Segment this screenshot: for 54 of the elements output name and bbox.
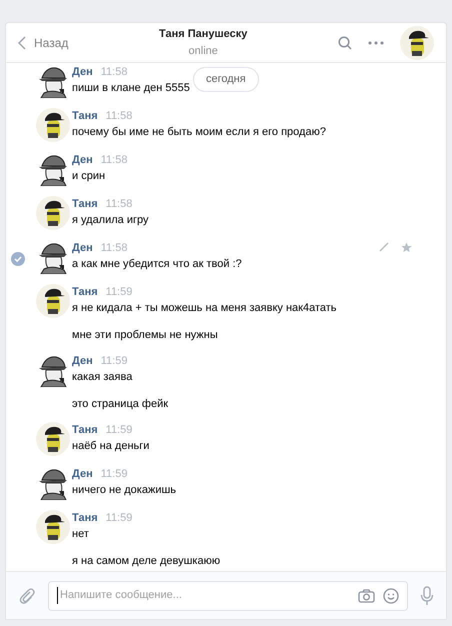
sender-name[interactable]: Ден xyxy=(72,152,93,168)
star-icon[interactable] xyxy=(401,242,412,253)
message-time: 11:59 xyxy=(106,423,132,438)
back-button[interactable]: Назад xyxy=(18,34,68,52)
message-time: 11:58 xyxy=(100,241,128,256)
pencil-icon[interactable] xyxy=(379,242,389,252)
message-text: я удалила игру xyxy=(72,213,148,228)
message-text: я на самом деле девушкаюю xyxy=(72,554,220,569)
sender-name[interactable]: Таня xyxy=(72,196,98,212)
sender-name[interactable]: Ден xyxy=(72,64,93,80)
camera-icon[interactable] xyxy=(358,588,375,602)
more-icon[interactable] xyxy=(368,40,384,44)
message-time: 11:59 xyxy=(100,354,128,369)
message-text: мне эти проблемы не нужны xyxy=(72,328,219,343)
date-pill: сегодня xyxy=(193,67,259,92)
search-icon[interactable] xyxy=(338,36,352,50)
message-text: я не кидала + ты можешь на меня заявку нак4атать xyxy=(72,301,336,316)
message-time: 11:58 xyxy=(100,153,128,168)
sender-avatar xyxy=(36,196,70,230)
message-time: 11:59 xyxy=(106,285,132,300)
check-icon[interactable] xyxy=(11,252,25,266)
sender-name[interactable]: Ден xyxy=(72,353,93,369)
sender-name[interactable]: Ден xyxy=(72,240,93,256)
sender-name[interactable]: Таня xyxy=(72,510,98,526)
sender-avatar xyxy=(36,422,70,456)
message-time: 11:58 xyxy=(106,197,132,212)
message-text: какая заява xyxy=(72,370,134,385)
contact-avatar xyxy=(400,26,434,60)
smiley-icon[interactable] xyxy=(383,588,399,604)
message-text: это страница фейк xyxy=(72,397,168,412)
message-time: 11:59 xyxy=(106,511,132,526)
message-input[interactable]: Напишите сообщение... xyxy=(48,580,408,610)
chevron-left-icon xyxy=(18,36,26,50)
sender-name[interactable]: Таня xyxy=(72,422,98,438)
chat-title: Таня Панушеску xyxy=(159,27,248,42)
message-time: 11:58 xyxy=(100,65,128,80)
sender-name[interactable]: Таня xyxy=(72,284,98,300)
sender-avatar xyxy=(36,510,70,544)
sender-name[interactable]: Таня xyxy=(72,108,98,124)
message-text: и срин xyxy=(72,169,106,184)
message-time: 11:59 xyxy=(100,467,128,482)
online-status: online xyxy=(188,44,218,58)
message-text: а как мне убедится что ак твой :? xyxy=(72,257,242,272)
message-text: нет xyxy=(72,527,90,542)
sender-name[interactable]: Ден xyxy=(72,466,93,482)
microphone-icon[interactable] xyxy=(420,586,434,606)
message-text: пиши в клане ден 5555 xyxy=(72,81,190,96)
sender-avatar xyxy=(36,284,70,318)
message-time: 11:58 xyxy=(106,109,132,124)
paperclip-icon[interactable] xyxy=(18,586,36,604)
message-text: ничего не докажишь xyxy=(72,483,176,498)
sender-avatar xyxy=(36,108,70,142)
message-text: наёб на деньги xyxy=(72,439,150,454)
message-text: почему бы име не быть моим если я его продаю? xyxy=(72,125,326,140)
